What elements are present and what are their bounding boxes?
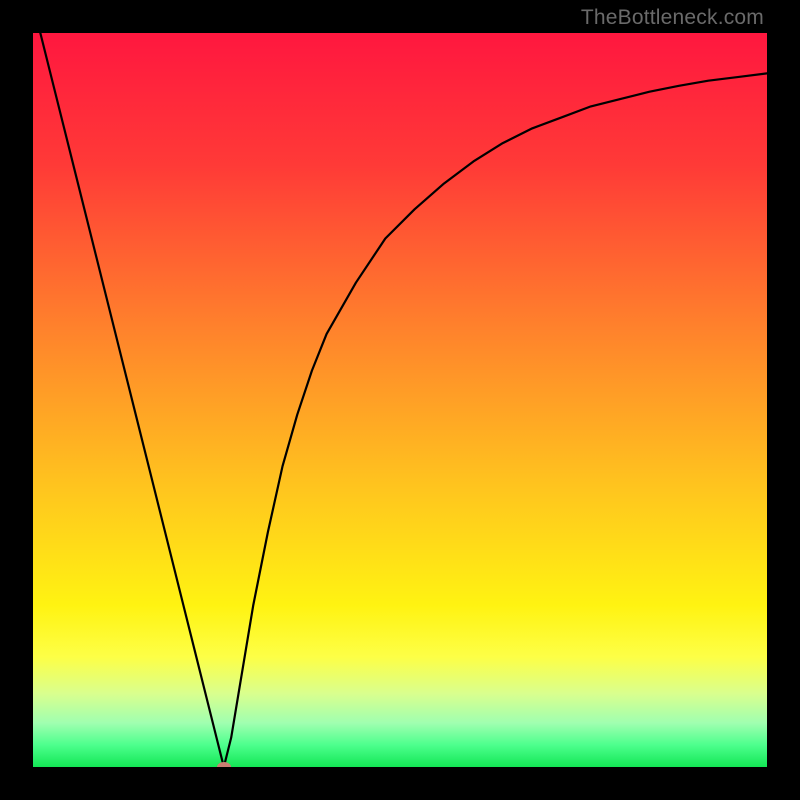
optimal-point-marker — [217, 762, 231, 767]
plot-area — [33, 33, 767, 767]
attribution-text: TheBottleneck.com — [581, 6, 764, 30]
gradient-background — [33, 33, 767, 767]
plot-svg — [33, 33, 767, 767]
chart-frame: TheBottleneck.com — [0, 0, 800, 800]
